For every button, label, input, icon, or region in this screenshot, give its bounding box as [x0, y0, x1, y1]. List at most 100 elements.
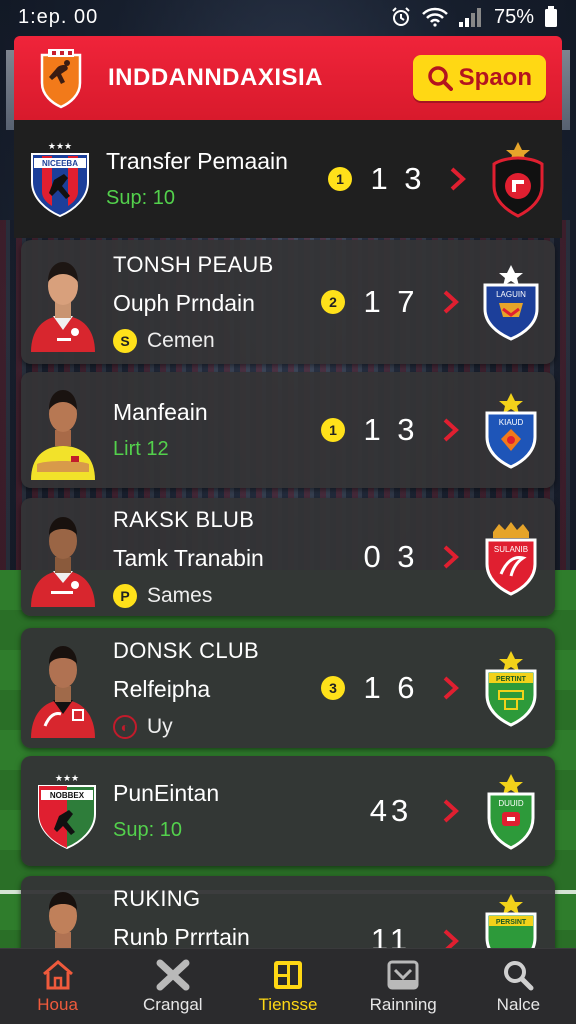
- status-time: 1:ep. 00: [18, 5, 99, 28]
- nav-label: Rainning: [369, 994, 437, 1014]
- chevron-right-icon[interactable]: [439, 675, 463, 701]
- wifi-icon: [422, 7, 448, 27]
- list-item[interactable]: TONSH PEAUB Ouph Prndain S Cemen 2 1 7 L…: [21, 240, 555, 364]
- signal-icon: [458, 8, 481, 27]
- row-text: Transfer Pemaain Sup: 10: [106, 148, 328, 210]
- club-crest-icon: PERSINT: [485, 894, 537, 948]
- item-header: RUKING: [113, 886, 201, 911]
- row-text: RUKING Runb Prrrtain: [113, 882, 321, 948]
- player-avatar: [31, 646, 95, 738]
- item-score: 1 6: [363, 670, 419, 705]
- crest-text: NICEEBA: [42, 159, 78, 168]
- item-score: 0 3: [363, 539, 419, 574]
- chevron-right-icon[interactable]: [439, 417, 463, 443]
- row-text: RAKSK BLUB Tamk Tranabin P Sames: [113, 507, 321, 608]
- app-title: INDDANNDAXISIA: [108, 64, 324, 91]
- item-score: 11: [370, 922, 412, 948]
- crest-text: SULANIB: [494, 545, 528, 554]
- club-crest-icon: ★★★ NICEEBA: [31, 142, 89, 218]
- tag-label: Uy: [147, 714, 173, 738]
- crest-text: PERSINT: [496, 919, 527, 926]
- item-title: PunEintan: [113, 780, 220, 806]
- nav-label: Crangal: [143, 994, 203, 1014]
- crest-text: KIAUD: [499, 418, 524, 427]
- chevron-right-icon[interactable]: [439, 928, 463, 948]
- chevron-right-icon[interactable]: [439, 289, 463, 315]
- player-avatar: [31, 390, 95, 480]
- chevron-right-icon[interactable]: [446, 166, 470, 192]
- rank-badge: [321, 926, 345, 948]
- nav-label: Nalce: [496, 994, 541, 1014]
- item-header: RAKSK BLUB: [113, 506, 255, 532]
- tag-icon: P: [113, 583, 137, 608]
- club-crest-icon: LAGUIN: [483, 265, 539, 341]
- search-icon: [427, 66, 453, 91]
- crest-text: NOBBEX: [50, 791, 85, 800]
- crest-text: LAGUIN: [496, 290, 526, 299]
- tag-icon: ◐: [113, 714, 137, 739]
- crest-text: DUUID: [498, 799, 524, 808]
- battery-percent: 75%: [493, 5, 534, 28]
- list-item[interactable]: RAKSK BLUB Tamk Tranabin P Sames 0 3 SUL…: [21, 498, 555, 616]
- tag-label: Sames: [147, 583, 213, 607]
- rank-badge: [321, 545, 345, 569]
- transfer-list: ★★★ NICEEBA Transfer Pemaain Sup: 10 1 1…: [14, 120, 562, 948]
- player-avatar: [31, 517, 95, 607]
- svg-text:★★★: ★★★: [48, 142, 72, 152]
- club-crest-icon: ★★★ NOBBEX: [38, 774, 96, 850]
- battery-icon: [545, 6, 557, 27]
- item-subtitle: Lirt 12: [113, 438, 169, 460]
- item-title: Relfeipha: [113, 675, 211, 702]
- tag-icon: S: [113, 328, 137, 353]
- club-crest-icon: SULANIB: [485, 522, 537, 596]
- item-title: Manfeain: [113, 399, 208, 425]
- chevron-right-icon[interactable]: [439, 544, 463, 570]
- item-header: DONSK CLUB: [113, 637, 260, 663]
- item-header: TONSH PEAUB: [113, 251, 274, 277]
- item-score: 1 3: [370, 161, 426, 196]
- item-tag: ◐ Uy: [113, 714, 321, 739]
- item-score: 1 7: [363, 284, 419, 319]
- rank-badge: [321, 799, 345, 823]
- app-logo: [40, 49, 82, 109]
- club-crest-icon: PERTINT: [485, 651, 537, 727]
- home-icon: [42, 959, 73, 989]
- row-text: PunEintan Sup: 10: [113, 780, 321, 842]
- item-tag: S Cemen: [113, 328, 321, 353]
- item-title: Ouph Prndain: [113, 289, 255, 316]
- alarm-icon: [392, 7, 410, 26]
- list-item[interactable]: DONSK CLUB Relfeipha ◐ Uy 3 1 6 PERTINT: [21, 628, 555, 748]
- search-button-label: Spaon: [458, 64, 532, 91]
- row-text: DONSK CLUB Relfeipha ◐ Uy: [113, 638, 321, 739]
- nav-item-rainning[interactable]: Rainning: [346, 949, 461, 1024]
- list-item[interactable]: Manfeain Lirt 12 1 1 3 KIAUD: [21, 372, 555, 488]
- status-icons: 75%: [390, 6, 558, 29]
- row-text: TONSH PEAUB Ouph Prndain S Cemen: [113, 252, 321, 353]
- search-icon: [504, 960, 534, 990]
- item-score: 1 3: [363, 412, 419, 447]
- nav-item-tiensse[interactable]: Tiensse: [230, 949, 345, 1024]
- rank-badge: 1: [328, 167, 352, 191]
- item-subtitle: Sup: 10: [113, 819, 182, 841]
- nav-label: Houa: [37, 994, 78, 1014]
- club-crest-icon: KIAUD: [485, 393, 537, 469]
- chevron-right-icon[interactable]: [439, 798, 463, 824]
- nav-item-nalce[interactable]: Nalce: [461, 949, 576, 1024]
- crest-text: PERTINT: [496, 676, 527, 683]
- item-title: Tamk Tranabin: [113, 544, 264, 571]
- player-avatar: [49, 892, 77, 948]
- nav-item-home[interactable]: Houa: [0, 949, 115, 1024]
- svg-text:★★★: ★★★: [55, 774, 79, 784]
- rank-badge: 1: [321, 418, 345, 442]
- search-button[interactable]: Spaon: [412, 55, 546, 101]
- list-item[interactable]: ★★★ NICEEBA Transfer Pemaain Sup: 10 1 1…: [14, 120, 562, 238]
- item-title: Transfer Pemaain: [106, 148, 288, 174]
- player-avatar: [31, 262, 95, 352]
- rank-badge: 2: [321, 290, 345, 314]
- bottom-navigation: Houa Crangal Tiensse Rainning Nalce: [0, 948, 576, 1024]
- item-score: 43: [369, 793, 413, 828]
- list-item[interactable]: ★★★ NOBBEX PunEintan Sup: 10 43 DUUID: [21, 756, 555, 866]
- club-crest-icon: DUUID: [487, 774, 535, 850]
- nav-item-crangal[interactable]: Crangal: [115, 949, 230, 1024]
- list-item[interactable]: RUKING Runb Prrrtain 11 PERSINT: [21, 876, 555, 948]
